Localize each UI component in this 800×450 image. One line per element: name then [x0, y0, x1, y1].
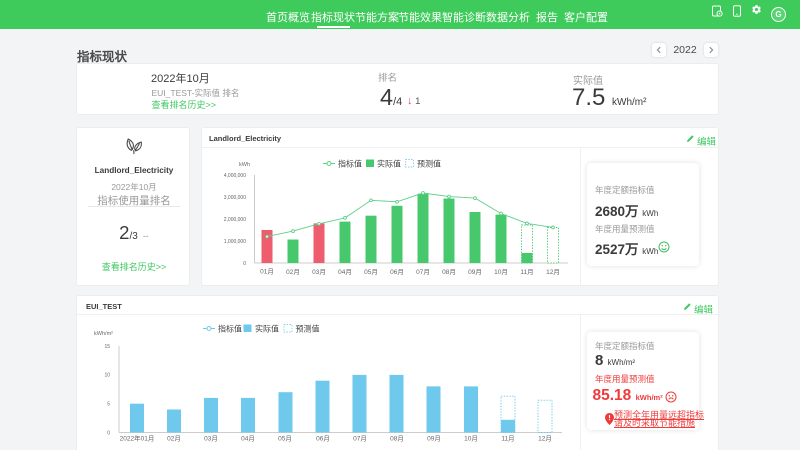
svg-text:预测值: 预测值: [296, 324, 320, 334]
svg-text:06月: 06月: [390, 268, 404, 276]
svg-text:11月: 11月: [501, 435, 514, 443]
svg-text:01月: 01月: [260, 268, 274, 276]
svg-text:07月: 07月: [416, 268, 430, 276]
svg-text:12月: 12月: [538, 435, 552, 443]
svg-text:02月: 02月: [167, 435, 181, 443]
svg-text:kWh/m²: kWh/m²: [94, 331, 113, 337]
svg-text:15: 15: [104, 344, 110, 350]
svg-text:10月: 10月: [494, 268, 508, 276]
svg-text:2022年01月: 2022年01月: [120, 434, 155, 443]
svg-text:12月: 12月: [546, 268, 560, 276]
svg-text:06月: 06月: [316, 435, 330, 443]
svg-text:指标值: 指标值: [218, 324, 242, 334]
svg-text:10月: 10月: [464, 435, 478, 443]
svg-text:05月: 05月: [278, 435, 292, 443]
svg-text:预测值: 预测值: [417, 159, 441, 169]
svg-text:02月: 02月: [286, 268, 300, 276]
svg-text:指标值: 指标值: [338, 159, 362, 169]
svg-text:07月: 07月: [353, 435, 367, 443]
svg-text:05月: 05月: [364, 268, 378, 276]
svg-text:3,000,000: 3,000,000: [224, 195, 246, 201]
svg-text:04月: 04月: [241, 435, 255, 443]
svg-text:实际值: 实际值: [255, 324, 279, 334]
svg-text:4,000,000: 4,000,000: [224, 173, 246, 179]
svg-text:实际值: 实际值: [377, 159, 401, 169]
svg-text:08月: 08月: [442, 268, 456, 276]
svg-text:09月: 09月: [427, 435, 441, 443]
svg-text:08月: 08月: [390, 435, 404, 443]
svg-text:0: 0: [243, 261, 246, 267]
svg-text:10: 10: [104, 373, 110, 379]
svg-text:11月: 11月: [520, 268, 533, 276]
svg-text:04月: 04月: [338, 268, 352, 276]
svg-text:09月: 09月: [468, 268, 482, 276]
svg-text:1,000,000: 1,000,000: [224, 239, 246, 245]
svg-text:03月: 03月: [312, 268, 326, 276]
svg-text:0: 0: [107, 430, 110, 436]
svg-text:03月: 03月: [204, 435, 218, 443]
svg-text:5: 5: [107, 402, 110, 408]
svg-text:2,000,000: 2,000,000: [224, 217, 246, 223]
svg-text:kWh: kWh: [239, 162, 250, 168]
